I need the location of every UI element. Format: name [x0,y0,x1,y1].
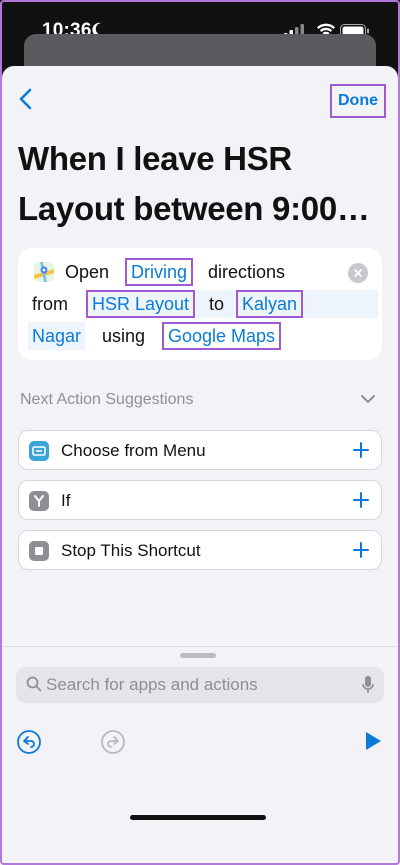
directions-text: directions [208,262,286,282]
search-bar[interactable] [16,667,384,703]
home-indicator [130,815,266,820]
add-icon[interactable] [351,440,371,460]
suggestions-header: Next Action Suggestions [20,391,194,408]
using-text: using [102,326,146,346]
maps-app-icon [34,262,54,282]
close-icon [354,269,362,277]
to-text: to [209,294,225,314]
chevron-down-icon[interactable] [360,393,376,405]
microphone-icon[interactable] [362,675,374,695]
open-text: Open [65,262,110,282]
origin-token[interactable]: HSR Layout [86,290,196,318]
actions-panel [0,646,400,865]
done-button[interactable]: Done [330,84,386,118]
back-chevron-icon[interactable] [14,86,40,112]
add-icon[interactable] [351,540,371,560]
suggestion-label: Choose from Menu [61,441,206,460]
if-branch-icon [29,491,49,511]
travel-mode-token[interactable]: Driving [125,258,194,286]
app-token[interactable]: Google Maps [162,322,282,350]
suggestion-stop-this-shortcut[interactable]: Stop This Shortcut [18,530,382,570]
automation-title: When I leave HSR Layout between 9:00… [18,140,370,227]
destination-token-continued[interactable]: Nagar [28,322,86,350]
destination-token[interactable]: Kalyan [236,290,304,318]
run-shortcut-icon[interactable] [364,731,382,751]
suggestion-label: If [61,491,71,510]
redo-icon[interactable] [100,729,126,755]
stop-icon [29,541,49,561]
suggestion-label: Stop This Shortcut [61,541,201,560]
panel-grabber[interactable] [180,653,216,658]
search-icon [26,676,42,692]
done-label: Done [338,92,378,109]
add-icon[interactable] [351,490,371,510]
from-text: from [32,294,68,314]
open-directions-action-card: Open Driving directions from HSR Layout … [18,248,382,360]
undo-icon[interactable] [16,729,42,755]
suggestion-if[interactable]: If [18,480,382,520]
remove-action-button[interactable] [348,263,368,283]
suggestion-choose-from-menu[interactable]: Choose from Menu [18,430,382,470]
menu-icon [29,441,49,461]
search-input[interactable] [46,667,326,703]
